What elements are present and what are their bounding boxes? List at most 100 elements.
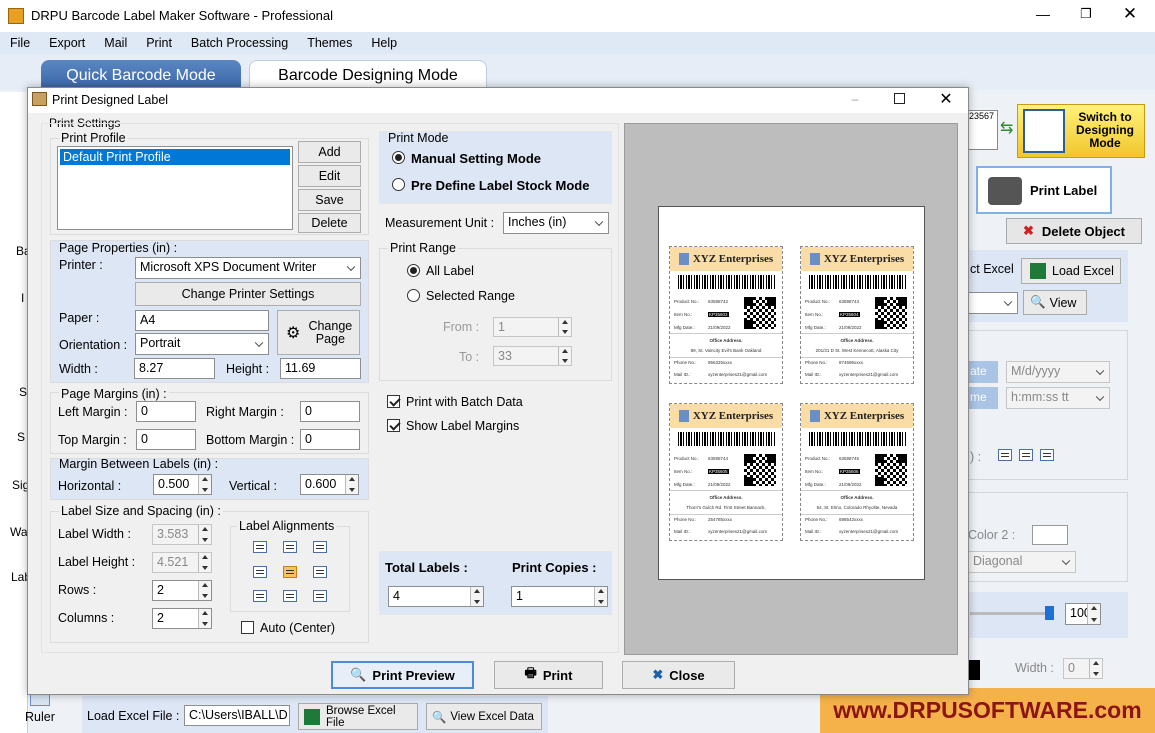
slider-track[interactable] [970,612,1050,615]
align-bottom-left-icon[interactable] [253,590,267,602]
close-dialog-button[interactable]: ✖ Close [622,661,735,689]
delete-object-button[interactable]: ✖ Delete Object [1006,218,1142,244]
align-right-icon[interactable] [1040,449,1054,461]
dialog-maximize-button[interactable] [894,93,905,104]
align-top-center-icon[interactable] [283,541,297,553]
print-button[interactable]: 🖶 Print [494,661,603,689]
page-width-input[interactable]: 8.27 [134,358,215,379]
total-labels-spin-buttons[interactable] [470,587,483,606]
total-labels-spin[interactable]: 4 [388,586,484,607]
from-spin[interactable]: 1 [493,317,572,337]
page-height-input[interactable]: 11.69 [280,358,361,379]
close-window-button[interactable]: ✕ [1108,4,1152,26]
align-bottom-center-icon[interactable] [283,590,297,602]
print-label-button[interactable]: Print Label [976,166,1112,214]
dialog-close-button[interactable]: ✕ [936,89,956,109]
align-bottom-right-icon[interactable] [313,590,327,602]
menu-file[interactable]: File [10,36,30,50]
print-copies-spin-buttons[interactable] [594,587,607,606]
sidebar-item-2[interactable]: S [19,385,27,399]
profile-item-default[interactable]: Default Print Profile [60,149,290,165]
menu-print[interactable]: Print [146,36,172,50]
label-height-spin-buttons[interactable] [198,553,211,572]
menu-batch-processing[interactable]: Batch Processing [191,36,288,50]
save-profile-button[interactable]: Save [298,189,361,211]
sidebar-item-5[interactable]: Wa [10,525,28,539]
columns-spin[interactable]: 2 [152,608,212,629]
date-button[interactable]: ate [968,361,998,383]
color2-swatch[interactable] [1032,525,1068,545]
ruler-label[interactable]: Ruler [25,710,55,724]
load-excel-button[interactable]: Load Excel [1021,258,1121,284]
right-margin-input[interactable]: 0 [300,401,360,422]
view-excel-button[interactable]: 🔍 View [1023,290,1087,315]
to-spin-buttons[interactable] [558,347,571,365]
label-width-spin[interactable]: 3.583 [152,524,212,545]
horizontal-spin[interactable]: 0.500 [153,474,212,495]
date-format-select[interactable]: M/d/yyyy [1006,361,1110,383]
align-top-right-icon[interactable] [313,541,327,553]
sidebar-item-1[interactable]: I [21,291,24,305]
top-margin-input[interactable]: 0 [136,429,196,450]
view-excel-data-button[interactable]: 🔍 View Excel Data [426,703,542,730]
printer-select[interactable]: Microsoft XPS Document Writer [135,257,361,279]
menu-themes[interactable]: Themes [307,36,352,50]
align-middle-left-icon[interactable] [253,566,267,578]
print-copies-spin[interactable]: 1 [511,586,608,607]
profile-listbox[interactable]: Default Print Profile [57,146,293,230]
excel-path-input[interactable]: C:\Users\IBALL\D [184,705,290,726]
dialog-minimize-button[interactable]: – [847,92,863,108]
change-printer-button[interactable]: Change Printer Settings [135,282,361,306]
show-margins-checkbox[interactable] [387,419,400,432]
menu-help[interactable]: Help [371,36,397,50]
columns-spin-buttons[interactable] [198,609,211,628]
menu-mail[interactable]: Mail [104,36,127,50]
print-preview-button[interactable]: 🔍 Print Preview [331,661,474,689]
width-spin-buttons[interactable] [1089,659,1102,678]
all-label-radio[interactable] [407,264,420,277]
selected-range-radio[interactable] [407,289,420,302]
paper-input[interactable]: A4 [135,310,269,331]
bottom-margin-input[interactable]: 0 [300,429,360,450]
to-spin[interactable]: 33 [493,346,572,366]
rows-spin-buttons[interactable] [198,581,211,600]
slider-spin-buttons[interactable] [1087,604,1100,624]
maximize-button[interactable]: ❐ [1066,6,1106,26]
measurement-select[interactable]: Inches (in) [503,212,609,234]
add-profile-button[interactable]: Add [298,141,361,163]
align-middle-center-icon[interactable] [283,566,297,578]
batch-data-checkbox[interactable] [387,395,400,408]
delete-profile-button[interactable]: Delete [298,213,361,233]
align-left-icon[interactable] [998,449,1012,461]
time-format-select[interactable]: h:mm:ss tt [1006,387,1110,409]
sidebar-item-3[interactable]: S [17,430,25,444]
time-button[interactable]: me [968,387,998,409]
width-spin[interactable]: 0 [1063,658,1103,679]
gradient-direction-select[interactable]: Diagonal [968,551,1076,573]
black-color-swatch[interactable] [968,660,980,680]
minimize-button[interactable]: — [1020,6,1066,26]
manual-mode-radio[interactable] [392,151,405,164]
slider-value-input[interactable]: 100 [1065,603,1101,625]
vertical-spin-buttons[interactable] [345,475,358,494]
predefine-mode-radio[interactable] [392,178,405,191]
switch-designing-button[interactable]: Switch to Designing Mode [1017,104,1145,158]
menu-export[interactable]: Export [49,36,85,50]
horizontal-spin-buttons[interactable] [198,475,211,494]
edit-profile-button[interactable]: Edit [298,165,361,187]
rows-spin[interactable]: 2 [152,580,212,601]
label-width-spin-buttons[interactable] [198,525,211,544]
align-top-left-icon[interactable] [253,541,267,553]
orientation-select[interactable]: Portrait [135,333,269,355]
from-spin-buttons[interactable] [558,318,571,336]
browse-excel-button[interactable]: Browse Excel File [298,703,418,730]
left-margin-input[interactable]: 0 [136,401,196,422]
align-center-icon[interactable] [1019,449,1033,461]
change-page-button[interactable]: ⚙ Change Page [277,310,360,355]
slider-thumb[interactable] [1045,606,1054,620]
auto-center-checkbox[interactable] [241,621,254,634]
align-middle-right-icon[interactable] [313,566,327,578]
label-height-spin[interactable]: 4.521 [152,552,212,573]
excel-sheet-select[interactable] [968,292,1018,314]
vertical-spin[interactable]: 0.600 [300,474,359,495]
